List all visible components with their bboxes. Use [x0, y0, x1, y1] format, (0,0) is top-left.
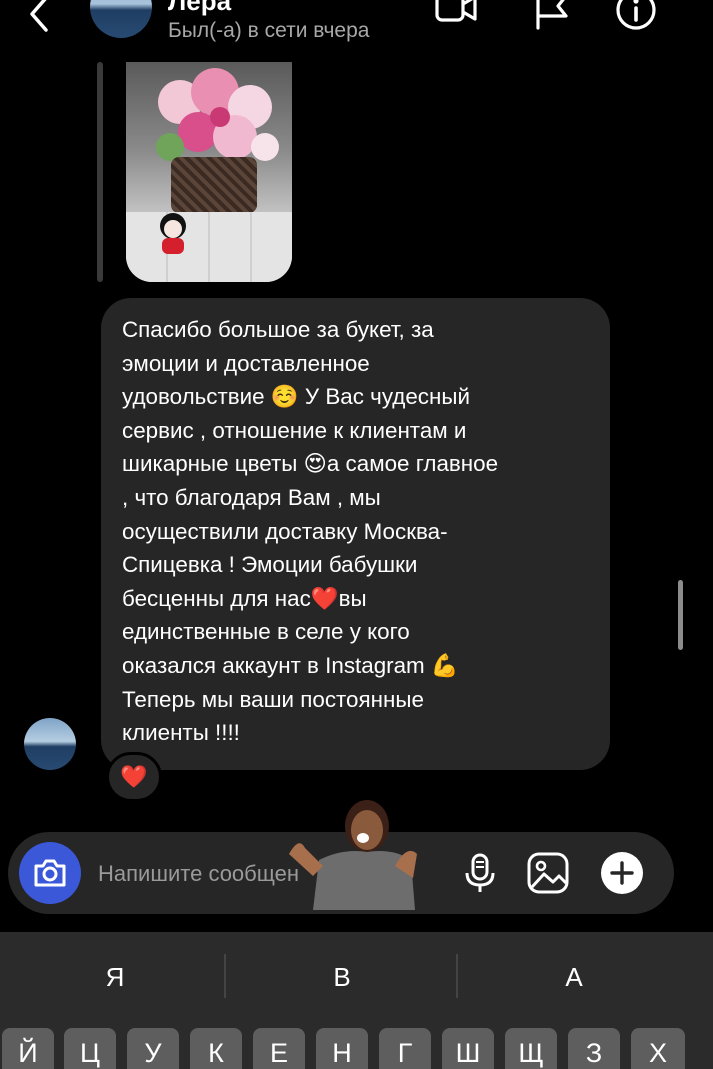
key[interactable]: У — [127, 1028, 179, 1069]
suggestion-3[interactable]: А — [459, 962, 689, 993]
suggestion-divider — [224, 954, 226, 998]
heart-reaction-emoji: ❤️ — [120, 764, 148, 789]
suggestion-divider — [456, 954, 458, 998]
key[interactable]: Ц — [64, 1028, 116, 1069]
key[interactable]: З — [568, 1028, 620, 1069]
chat-header: Лера Был(-а) в сети вчера — [0, 0, 713, 62]
tile-floor-image — [126, 212, 292, 282]
microphone-icon[interactable] — [456, 849, 504, 897]
message-text: Спасибо большое за букет, за эмоции и до… — [122, 317, 499, 746]
message-input[interactable] — [98, 858, 298, 890]
suggestion-2[interactable]: В — [227, 962, 457, 993]
key[interactable]: К — [190, 1028, 242, 1069]
reaction-sticker-image — [289, 800, 417, 910]
key[interactable]: Й — [2, 1028, 54, 1069]
contact-avatar[interactable] — [90, 0, 152, 38]
scrollbar[interactable] — [678, 580, 683, 650]
keyboard: Я В А Й Ц У К Е Н Г Ш Щ З Х — [0, 932, 713, 1069]
key[interactable]: Ш — [442, 1028, 494, 1069]
cartoon-sticker-icon — [160, 213, 186, 254]
camera-button[interactable] — [19, 842, 81, 904]
gallery-icon[interactable] — [524, 849, 572, 897]
camera-icon — [34, 859, 66, 887]
suggestion-1[interactable]: Я — [0, 962, 230, 993]
video-call-icon[interactable] — [434, 0, 478, 32]
key[interactable]: Х — [631, 1028, 685, 1069]
report-flag-icon[interactable] — [530, 0, 574, 32]
shared-story-photo[interactable] — [126, 62, 292, 282]
basket-image — [171, 157, 257, 213]
heart-reaction[interactable]: ❤️ — [106, 752, 162, 802]
back-chevron-icon[interactable] — [22, 0, 58, 34]
key[interactable]: Е — [253, 1028, 305, 1069]
info-icon[interactable] — [614, 0, 658, 32]
key[interactable]: Н — [316, 1028, 368, 1069]
contact-status: Был(-а) в сети вчера — [168, 19, 370, 42]
sender-avatar[interactable] — [24, 718, 76, 770]
plus-icon[interactable] — [598, 849, 646, 897]
key[interactable]: Г — [379, 1028, 431, 1069]
key[interactable]: Щ — [505, 1028, 557, 1069]
contact-name[interactable]: Лера — [168, 0, 231, 17]
reply-indicator-line — [97, 62, 103, 282]
